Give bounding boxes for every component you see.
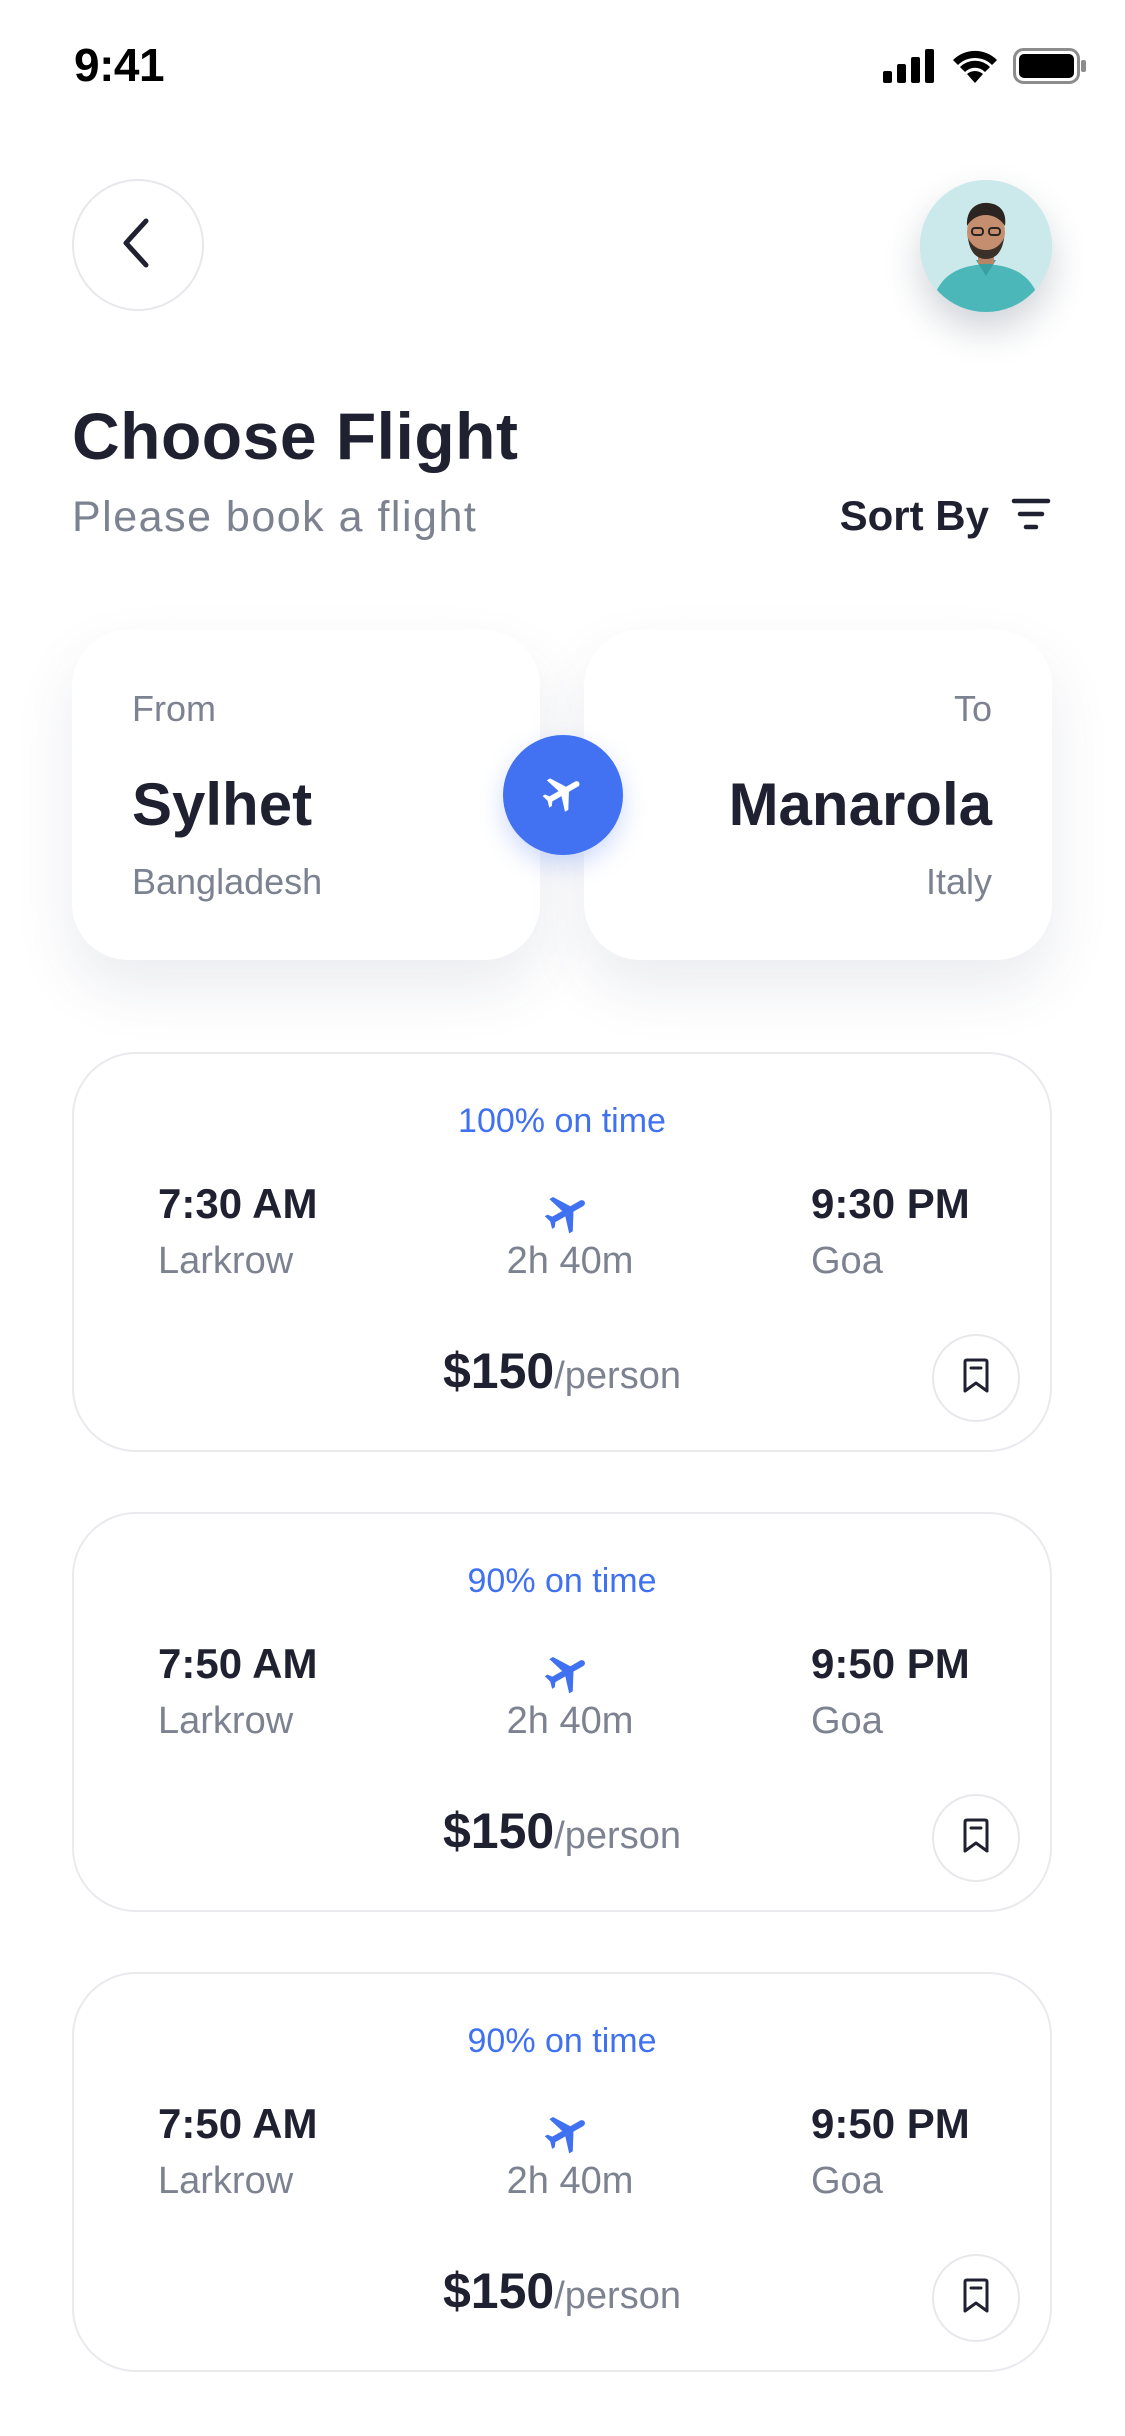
page-subtitle: Please book a flight	[72, 493, 478, 541]
airplane-icon	[542, 2108, 592, 2163]
from-caption: From	[132, 688, 216, 729]
flight-card[interactable]: 100% on time 7:30 AM Larkrow 2h 40m 9:30…	[72, 1052, 1052, 1452]
flight-duration: 2h 40m	[506, 2160, 634, 2202]
price-unit: /person	[554, 1815, 681, 1857]
price-row: $150/person	[74, 2262, 1050, 2320]
wifi-icon	[951, 49, 999, 88]
airplane-icon	[540, 770, 586, 821]
choose-flight-screen: 9:41 Choose Flight Please book a flight …	[0, 0, 1125, 2436]
price-unit: /person	[554, 2275, 681, 2317]
departure-city: Larkrow	[158, 2160, 294, 2202]
price-unit: /person	[554, 1355, 681, 1397]
arrival-time: 9:50 PM	[811, 1640, 970, 1687]
flight-duration: 2h 40m	[506, 1700, 634, 1742]
swap-route-button[interactable]	[503, 735, 623, 855]
status-icons	[883, 48, 1087, 89]
from-location-card[interactable]: From Sylhet Bangladesh	[72, 630, 540, 960]
status-time: 9:41	[74, 39, 165, 91]
arrival-city: Goa	[811, 1240, 883, 1282]
departure-time: 7:50 AM	[158, 2100, 318, 2147]
bookmark-button[interactable]	[932, 1794, 1020, 1882]
flight-card[interactable]: 90% on time 7:50 AM Larkrow 2h 40m 9:50 …	[72, 1972, 1052, 2372]
bookmark-icon	[961, 1358, 991, 1399]
arrival-city: Goa	[811, 1700, 883, 1742]
back-button[interactable]	[72, 179, 204, 311]
on-time-label: 100% on time	[458, 1102, 666, 1140]
arrival-city: Goa	[811, 2160, 883, 2202]
bookmark-button[interactable]	[932, 1334, 1020, 1422]
price-row: $150/person	[74, 1802, 1050, 1860]
to-city: Manarola	[728, 771, 992, 838]
departure-time: 7:30 AM	[158, 1180, 318, 1227]
chevron-left-icon	[118, 215, 158, 276]
on-time-label: 90% on time	[467, 2022, 657, 2060]
filter-lines-icon	[1011, 496, 1051, 537]
cellular-signal-icon	[883, 49, 937, 88]
from-country: Bangladesh	[132, 861, 323, 902]
bookmark-icon	[961, 2278, 991, 2319]
price: $150	[443, 1343, 555, 1399]
price: $150	[443, 2263, 555, 2319]
page-title: Choose Flight	[72, 399, 519, 473]
bookmark-button[interactable]	[932, 2254, 1020, 2342]
airplane-icon	[542, 1188, 592, 1243]
flight-duration: 2h 40m	[506, 1240, 634, 1282]
arrival-time: 9:50 PM	[811, 2100, 970, 2147]
sort-by-button[interactable]: Sort By	[840, 492, 1051, 540]
to-location-card[interactable]: To Manarola Italy	[584, 630, 1052, 960]
price: $150	[443, 1803, 555, 1859]
arrival-time: 9:30 PM	[811, 1180, 970, 1227]
on-time-label: 90% on time	[467, 1562, 657, 1600]
avatar[interactable]	[920, 180, 1052, 312]
battery-icon	[1013, 48, 1087, 89]
departure-city: Larkrow	[158, 1240, 294, 1282]
from-city: Sylhet	[132, 771, 313, 838]
sort-by-label: Sort By	[839, 492, 989, 539]
bookmark-icon	[961, 1818, 991, 1859]
departure-time: 7:50 AM	[158, 1640, 318, 1687]
to-country: Italy	[925, 861, 992, 902]
departure-city: Larkrow	[158, 1700, 294, 1742]
airplane-icon	[542, 1648, 592, 1703]
price-row: $150/person	[74, 1342, 1050, 1400]
flight-card[interactable]: 90% on time 7:50 AM Larkrow 2h 40m 9:50 …	[72, 1512, 1052, 1912]
to-caption: To	[953, 688, 992, 729]
